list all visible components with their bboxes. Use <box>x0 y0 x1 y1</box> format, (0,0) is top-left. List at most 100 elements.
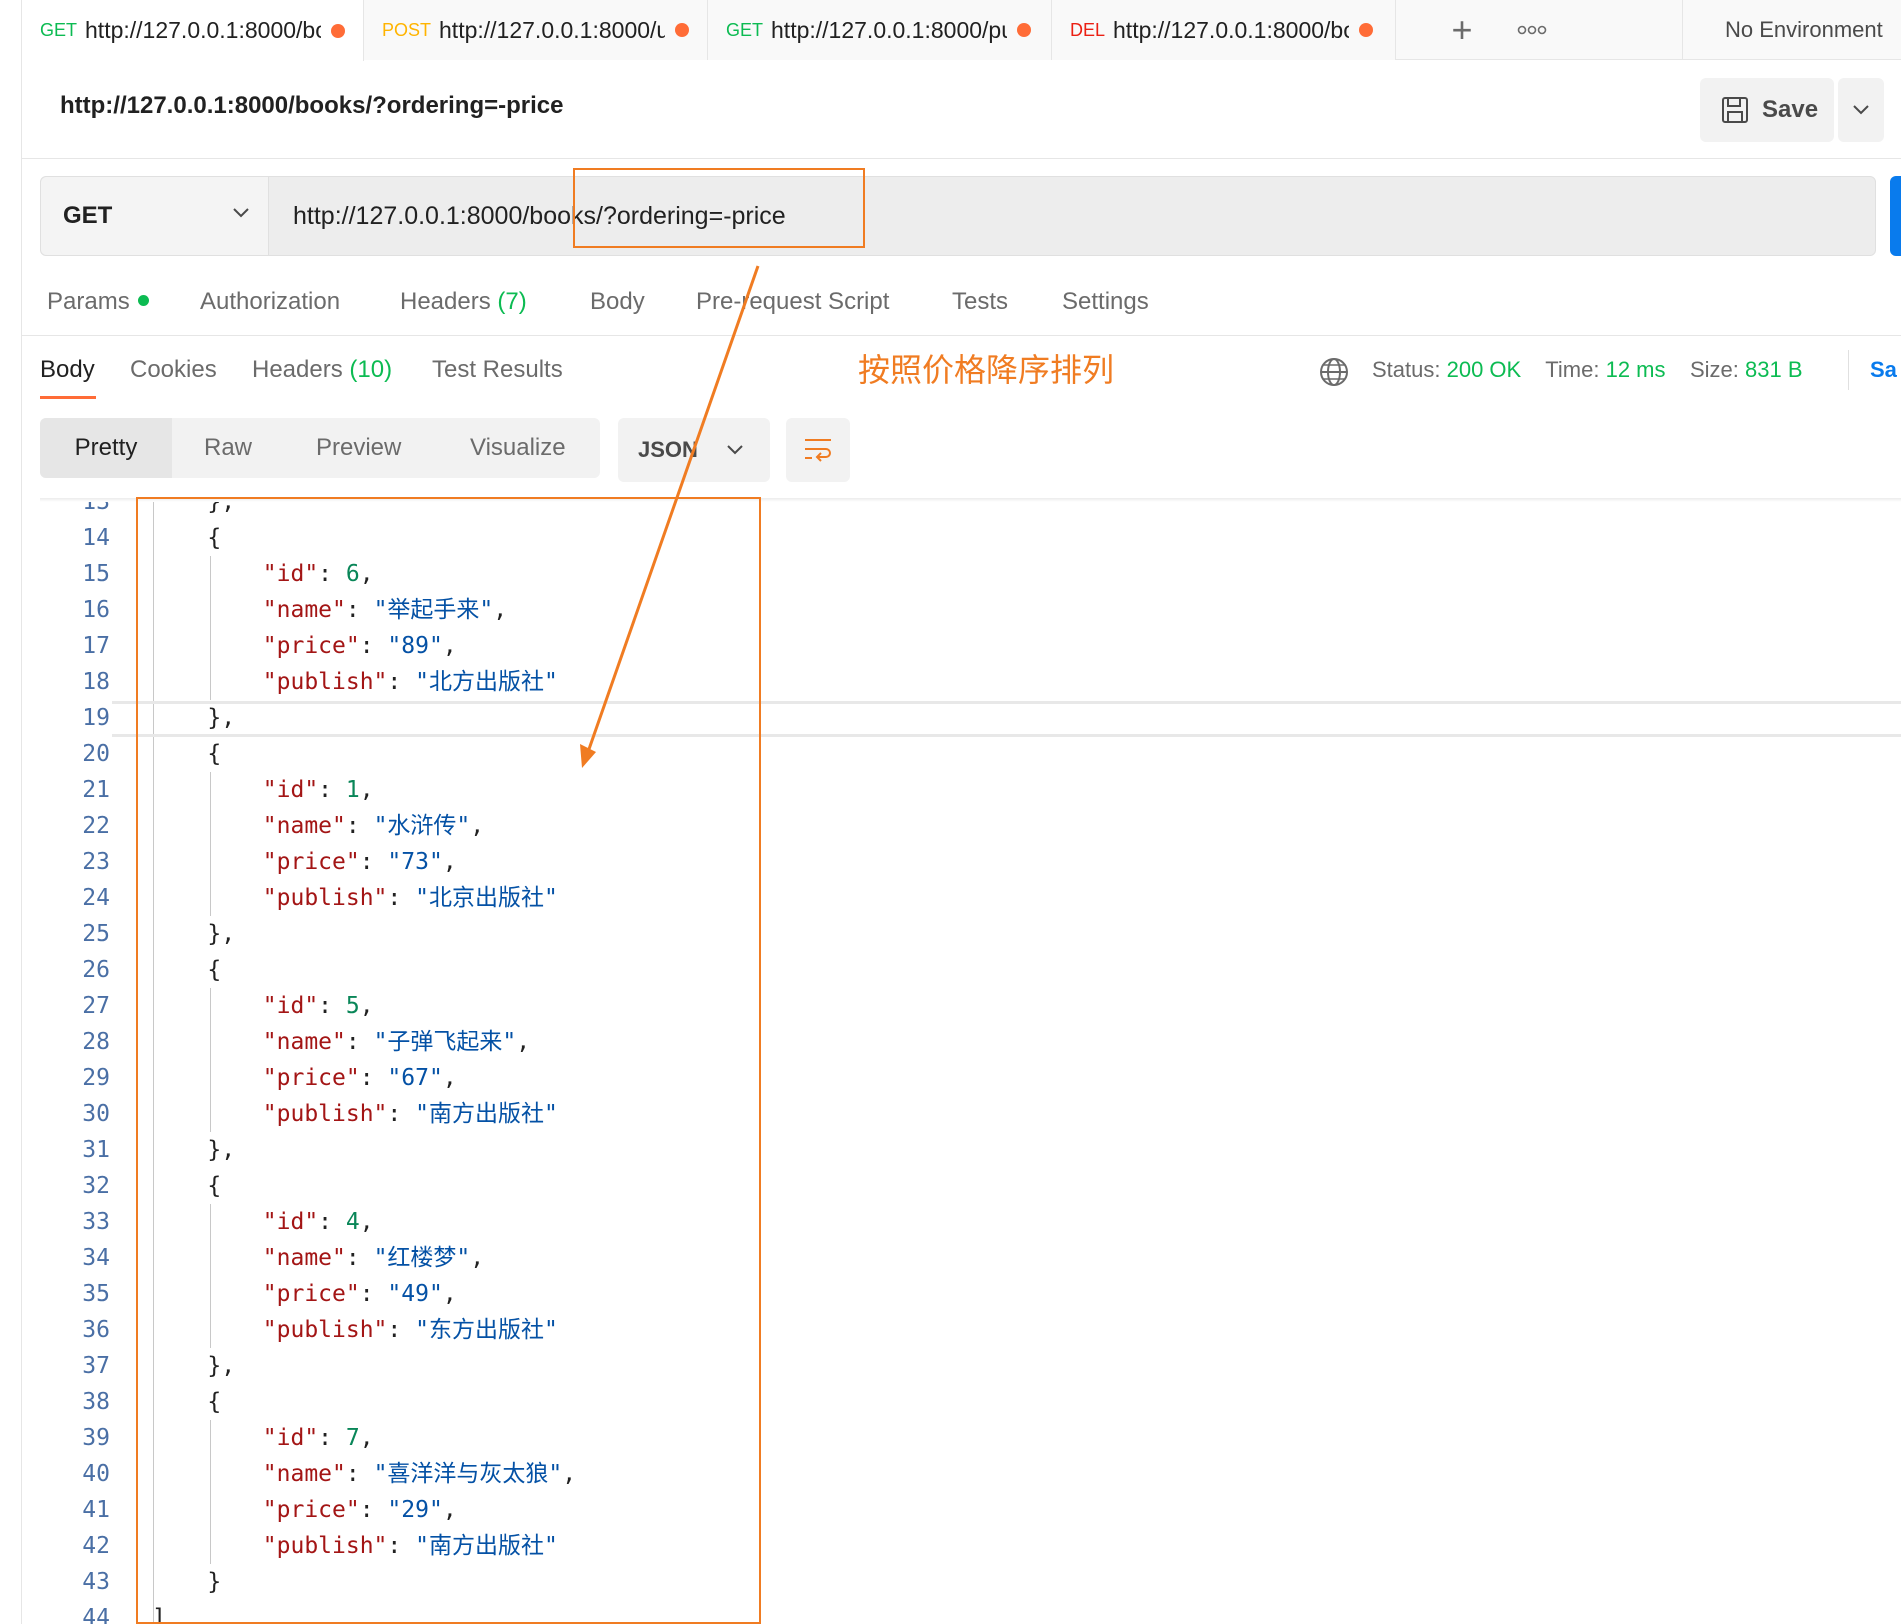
line-number: 40 <box>82 1461 110 1487</box>
tab-body[interactable]: Body <box>590 288 645 316</box>
tab-get-books[interactable]: GET http://127.0.0.1:8000/bo <box>22 0 364 61</box>
line-number: 36 <box>82 1317 110 1343</box>
view-mode-group: Pretty Raw Preview Visualize <box>40 418 600 478</box>
line-number: 25 <box>82 921 110 947</box>
send-button[interactable] <box>1890 176 1901 256</box>
annotation-box-json <box>136 497 761 1624</box>
tab-prerequest-script[interactable]: Pre-request Script <box>696 288 889 316</box>
tab-method: GET <box>40 20 78 40</box>
globe-icon[interactable] <box>1318 356 1350 388</box>
unsaved-dot-icon <box>1017 23 1032 37</box>
tab-url: http://127.0.0.1:8000/bo <box>85 17 322 43</box>
size-label: Size: <box>1689 357 1739 382</box>
line-number: 38 <box>82 1389 110 1415</box>
line-number: 16 <box>82 597 110 623</box>
line-number: 43 <box>82 1569 110 1595</box>
status-value[interactable]: 200 OK <box>1447 357 1522 382</box>
line-number: 31 <box>82 1137 110 1163</box>
time-label: Time: <box>1545 357 1600 382</box>
view-pretty[interactable]: Pretty <box>40 418 172 478</box>
line-number: 32 <box>82 1173 110 1199</box>
line-number: 34 <box>82 1245 110 1271</box>
tab-method: GET <box>726 19 764 40</box>
tab-settings[interactable]: Settings <box>1062 288 1149 316</box>
line-number: 29 <box>82 1065 110 1091</box>
line-number: 13 <box>82 502 110 515</box>
line-number: 37 <box>82 1353 110 1379</box>
status-label: Status: <box>1372 357 1441 382</box>
response-headers-label: Headers <box>252 356 343 383</box>
sidebar-edge <box>0 0 22 1624</box>
line-number: 26 <box>82 957 110 983</box>
view-raw[interactable]: Raw <box>204 418 252 478</box>
tab-url: http://127.0.0.1:8000/bo <box>1113 16 1350 43</box>
save-response-button[interactable]: Sa <box>1870 357 1897 383</box>
line-number: 42 <box>82 1533 110 1559</box>
line-number: 20 <box>82 741 110 767</box>
response-tab-cookies[interactable]: Cookies <box>130 356 217 384</box>
tab-params-label: Params <box>47 288 130 315</box>
save-button[interactable]: Save <box>1700 78 1834 142</box>
response-tab-body[interactable]: Body <box>40 356 95 384</box>
line-number: 41 <box>82 1497 110 1523</box>
divider <box>22 158 1901 159</box>
params-active-dot-icon <box>137 295 149 307</box>
request-title[interactable]: http://127.0.0.1:8000/books/?ordering=-p… <box>60 92 563 120</box>
tab-bar: GET http://127.0.0.1:8000/bo POST http:/… <box>22 0 1901 61</box>
time-value[interactable]: 12 ms <box>1606 357 1666 382</box>
line-number: 27 <box>82 993 110 1019</box>
save-icon <box>1722 97 1748 123</box>
line-number: 18 <box>82 669 110 695</box>
view-visualize[interactable]: Visualize <box>470 418 566 478</box>
tab-url: http://127.0.0.1:8000/u <box>439 16 666 43</box>
line-number: 15 <box>82 561 110 587</box>
tab-tests[interactable]: Tests <box>952 288 1008 316</box>
size-value[interactable]: 831 B <box>1745 357 1803 382</box>
url-bar: GET http://127.0.0.1:8000/books/?orderin… <box>40 176 1876 256</box>
line-number: 22 <box>82 813 110 839</box>
view-preview[interactable]: Preview <box>316 418 401 478</box>
chevron-down-icon <box>233 208 249 218</box>
annotation-box-url <box>573 168 865 248</box>
line-number: 39 <box>82 1425 110 1451</box>
new-tab-plus-icon[interactable]: + <box>1442 0 1482 60</box>
tab-authorization[interactable]: Authorization <box>200 288 340 316</box>
divider <box>1848 350 1849 390</box>
line-number: 23 <box>82 849 110 875</box>
save-options-chevron-down-icon[interactable] <box>1838 78 1884 142</box>
tab-del-books[interactable]: DEL http://127.0.0.1:8000/bo <box>1052 0 1396 60</box>
method-select[interactable]: GET <box>41 177 269 255</box>
format-value: JSON <box>638 437 698 462</box>
tab-post-users[interactable]: POST http://127.0.0.1:8000/u <box>364 0 708 60</box>
unsaved-dot-icon <box>331 23 346 38</box>
line-number: 19 <box>82 705 110 731</box>
save-label: Save <box>1762 96 1819 123</box>
tab-method: POST <box>382 19 432 40</box>
line-number: 30 <box>82 1101 110 1127</box>
line-number: 24 <box>82 885 110 911</box>
chevron-down-icon <box>727 445 743 455</box>
more-tabs-icon[interactable] <box>1512 0 1552 60</box>
line-number: 14 <box>82 525 110 551</box>
line-number: 17 <box>82 633 110 659</box>
unsaved-dot-icon <box>675 23 690 37</box>
headers-count: (7) <box>497 288 527 315</box>
tab-headers-label: Headers <box>400 288 491 315</box>
line-number: 44 <box>82 1605 110 1624</box>
response-status-line: Status: 200 OK Time: 12 ms Size: 831 B <box>1372 357 1803 383</box>
response-headers-count: (10) <box>349 356 393 383</box>
tab-method: DEL <box>1070 19 1106 40</box>
tab-params[interactable]: Params <box>47 288 149 316</box>
line-number: 35 <box>82 1281 110 1307</box>
wrap-lines-button[interactable] <box>786 418 850 482</box>
environment-selector[interactable]: No Environment <box>1682 0 1901 60</box>
line-number: 21 <box>82 777 110 803</box>
line-number: 28 <box>82 1029 110 1055</box>
format-select[interactable]: JSON <box>618 418 770 482</box>
tab-get-publish[interactable]: GET http://127.0.0.1:8000/pu <box>708 0 1052 60</box>
tab-headers[interactable]: Headers (7) <box>400 288 527 316</box>
active-tab-underline <box>40 396 96 399</box>
unsaved-dot-icon <box>1359 23 1374 37</box>
response-tab-headers[interactable]: Headers (10) <box>252 356 392 384</box>
response-tab-test-results[interactable]: Test Results <box>432 356 563 384</box>
